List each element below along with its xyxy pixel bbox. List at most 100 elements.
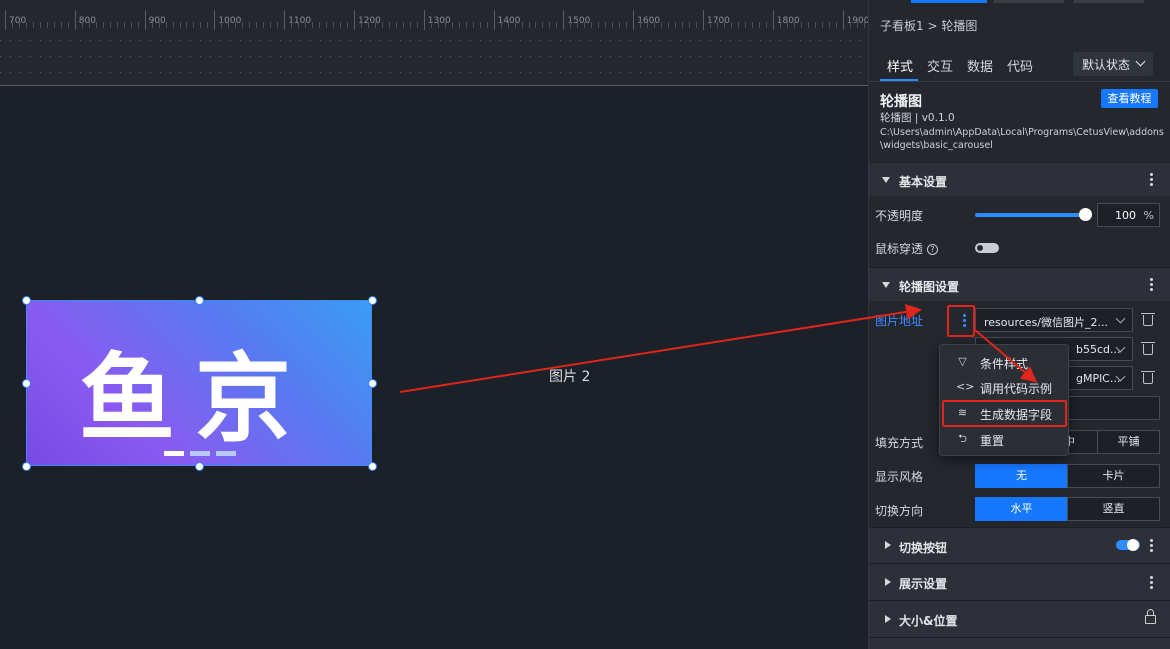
ruler-minor-tick: [395, 22, 397, 28]
ruler-minor-tick: [291, 22, 293, 28]
canvas-area[interactable]: 700 800 900 1000 1100 1200 1300 1400 1500 1600 170…: [0, 0, 870, 649]
opacity-slider[interactable]: [975, 213, 1085, 217]
help-icon[interactable]: ?: [926, 244, 938, 255]
fill-mode-tile[interactable]: 平铺: [1097, 430, 1160, 454]
ruler-minor-tick: [472, 22, 474, 28]
ruler-minor-tick: [661, 22, 663, 28]
ruler-minor-tick: [256, 22, 258, 28]
menu-item-reset[interactable]: ⮌ 重置: [940, 427, 1068, 451]
ruler-minor-tick: [340, 22, 342, 28]
ruler-minor-tick: [18, 22, 20, 28]
opacity-value: 100: [1115, 209, 1136, 222]
annotation-box: [942, 400, 1067, 427]
carousel-widget[interactable]: 鱼 京: [26, 300, 372, 466]
mouse-through-toggle[interactable]: [975, 243, 999, 253]
ruler-minor-tick: [11, 22, 13, 28]
ruler-minor-tick: [326, 22, 328, 28]
code-icon: <>: [956, 380, 975, 393]
delete-icon[interactable]: [1141, 313, 1155, 326]
tab-interaction[interactable]: 交互: [927, 56, 953, 75]
ruler-minor-tick: [730, 22, 732, 28]
section-basic-settings[interactable]: 基本设置: [869, 162, 1170, 196]
ruler-guide: [0, 40, 868, 41]
more-icon[interactable]: [1150, 173, 1154, 188]
carousel-indicator[interactable]: [216, 451, 236, 456]
menu-item-label: 重置: [980, 434, 1005, 448]
display-style-card[interactable]: 卡片: [1067, 464, 1160, 488]
ruler-tick: [493, 10, 495, 30]
delete-icon[interactable]: [1141, 342, 1155, 355]
direction-horizontal[interactable]: 水平: [975, 497, 1068, 521]
ruler-minor-tick: [179, 22, 181, 28]
properties-panel: 子看板1 > 轮播图 样式 交互 数据 代码 默认状态 轮播图 轮播图 | v0…: [868, 0, 1170, 649]
carousel-indicator[interactable]: [190, 451, 210, 456]
section-title: 基本设置: [899, 175, 948, 189]
tab-data[interactable]: 数据: [967, 56, 993, 75]
ruler-minor-tick: [612, 22, 614, 28]
state-select-value: 默认状态: [1082, 58, 1131, 72]
ruler-minor-tick: [123, 22, 125, 28]
ruler-tick: [703, 10, 704, 30]
section-next[interactable]: [869, 637, 1170, 649]
menu-item-call-code-example[interactable]: <> 调用代码示例: [940, 375, 1068, 399]
section-display-settings[interactable]: 展示设置: [869, 563, 1170, 600]
ruler-minor-tick: [758, 22, 760, 28]
ruler-minor-tick: [221, 22, 223, 28]
resize-handle-s[interactable]: [195, 462, 204, 471]
resize-handle-e[interactable]: [368, 379, 377, 388]
resize-handle-sw[interactable]: [22, 462, 31, 471]
more-icon[interactable]: [1150, 539, 1154, 554]
ruler-minor-tick: [235, 22, 237, 28]
ruler-minor-tick: [465, 22, 467, 28]
ruler-minor-tick: [32, 22, 34, 28]
tab-code[interactable]: 代码: [1007, 56, 1033, 75]
resize-handle-nw[interactable]: [22, 296, 31, 305]
ruler-minor-tick: [744, 22, 746, 28]
view-tutorial-button[interactable]: 查看教程: [1101, 89, 1158, 108]
annotation-box: [947, 305, 975, 337]
logo-char-1: 鱼: [79, 343, 175, 455]
section-size-position[interactable]: 大小&位置: [869, 600, 1170, 637]
filter-icon: ▽: [958, 355, 967, 368]
ruler-minor-tick: [828, 22, 830, 28]
ruler-minor-tick: [402, 22, 404, 28]
direction-label: 切换方向: [875, 504, 924, 518]
resize-handle-ne[interactable]: [368, 296, 377, 305]
section-carousel-settings[interactable]: 轮播图设置: [869, 267, 1170, 301]
ruler-minor-tick: [598, 22, 600, 28]
ruler-minor-tick: [507, 22, 509, 28]
section-title: 展示设置: [899, 577, 948, 591]
resize-handle-se[interactable]: [368, 462, 377, 471]
display-style-none[interactable]: 无: [975, 464, 1068, 488]
opacity-slider-knob[interactable]: [1079, 208, 1092, 221]
ruler-minor-tick: [779, 22, 781, 28]
resize-handle-w[interactable]: [22, 379, 31, 388]
ruler-minor-tick: [388, 22, 390, 28]
carousel-indicator-active[interactable]: [164, 451, 184, 456]
ruler-minor-tick: [500, 22, 502, 28]
ruler-minor-tick: [207, 22, 209, 28]
direction-vertical[interactable]: 竖直: [1067, 497, 1160, 521]
ruler-minor-tick: [312, 22, 314, 28]
state-select[interactable]: 默认状态: [1073, 52, 1153, 76]
expand-icon: [885, 541, 891, 549]
ruler-minor-tick: [486, 22, 488, 28]
component-path: C:\Users\admin\AppData\Local\Programs\Ce…: [880, 127, 1164, 151]
lock-icon[interactable]: [1145, 609, 1156, 624]
opacity-input[interactable]: 100 %: [1097, 203, 1160, 227]
toolbar-strip: [909, 0, 1164, 4]
tab-style[interactable]: 样式: [887, 56, 913, 75]
ruler-minor-tick: [165, 22, 167, 28]
ruler-minor-tick: [249, 22, 251, 28]
more-icon[interactable]: [1150, 576, 1154, 591]
ruler-tick: [842, 10, 844, 30]
menu-item-condition-style[interactable]: ▽ 条件样式: [940, 350, 1068, 374]
ruler-minor-tick: [451, 22, 453, 28]
resize-handle-n[interactable]: [195, 296, 204, 305]
ruler-minor-tick: [751, 22, 753, 28]
opacity-label: 不透明度: [875, 209, 924, 223]
image-url-select-1[interactable]: resources/微信图片_2...: [975, 308, 1133, 332]
more-icon[interactable]: [1150, 278, 1154, 293]
switch-button-toggle[interactable]: [1116, 539, 1140, 551]
delete-icon[interactable]: [1141, 371, 1155, 384]
